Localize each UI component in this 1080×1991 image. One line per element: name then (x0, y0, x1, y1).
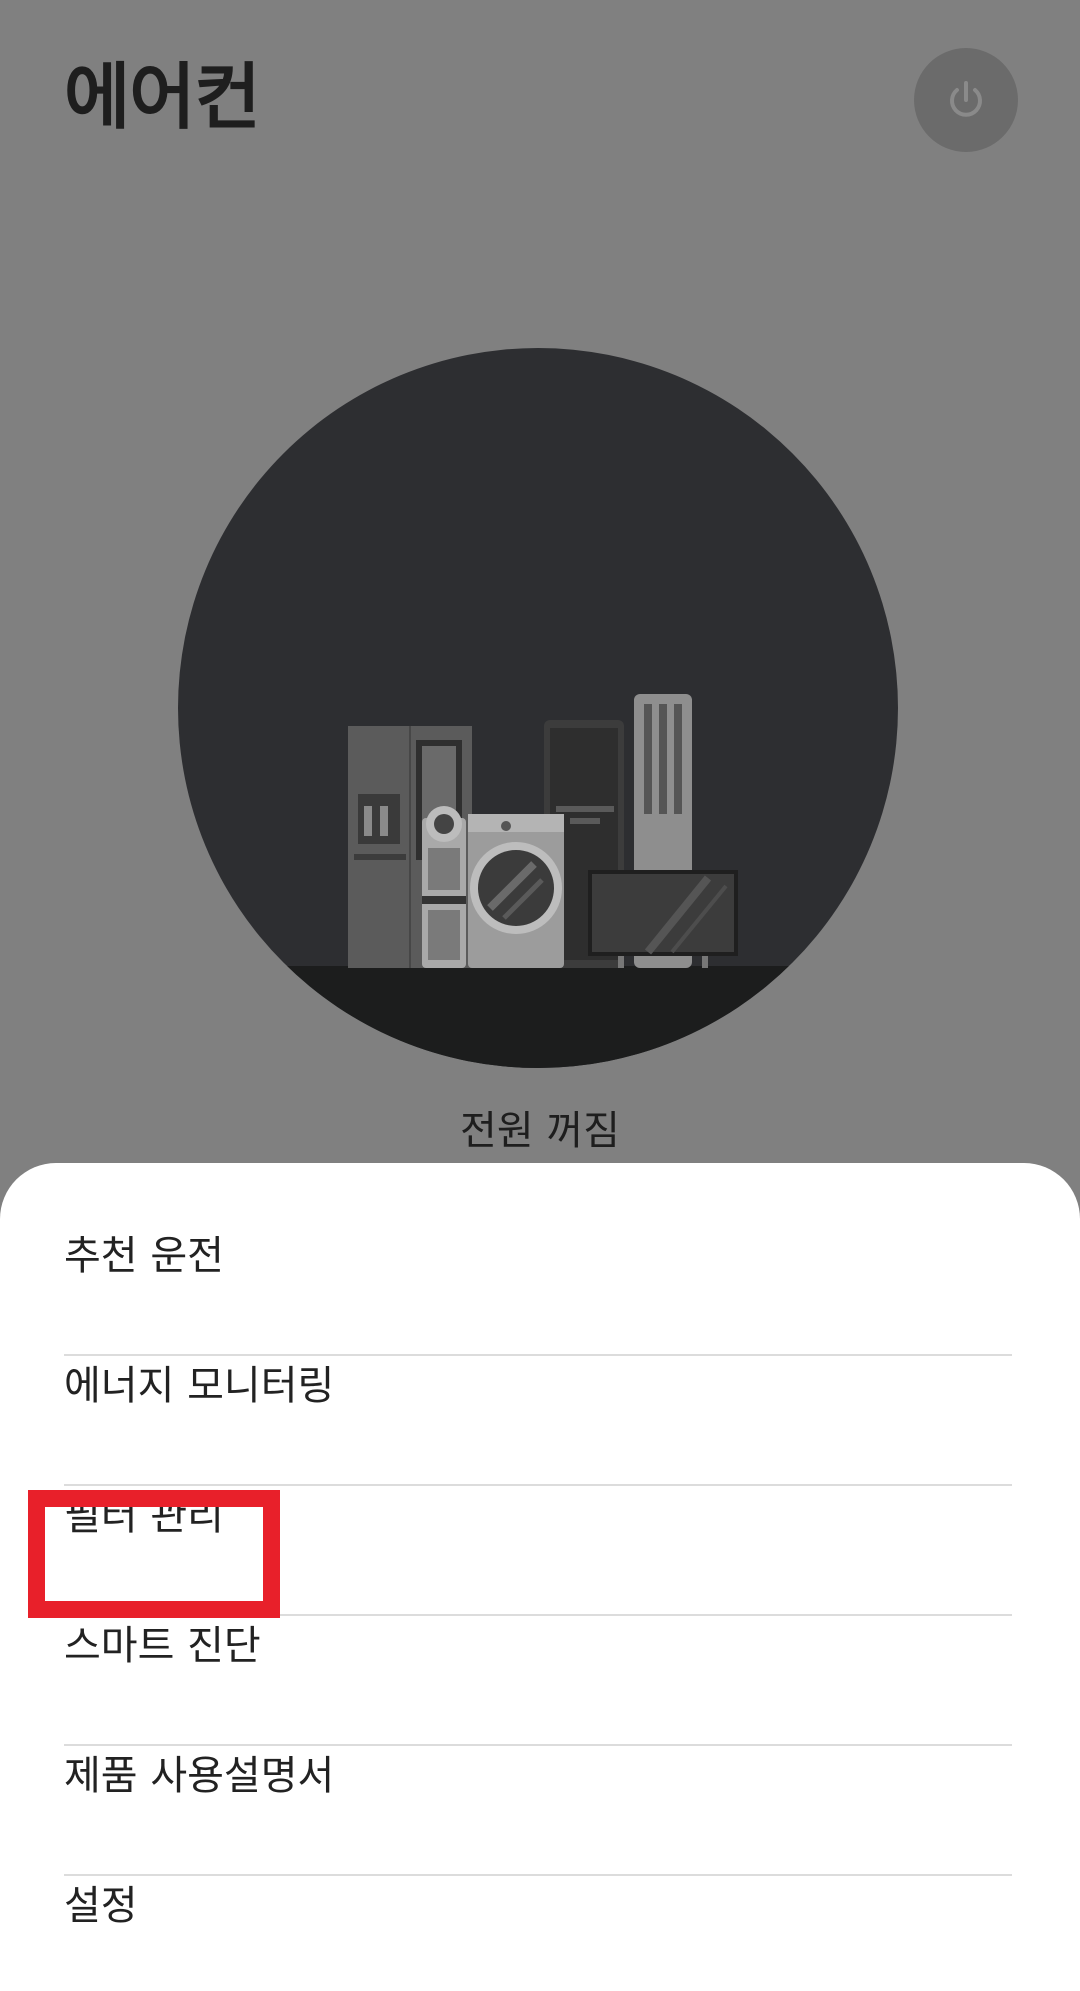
menu-item-recommended-operation[interactable]: 추천 운전 (64, 1226, 1012, 1356)
menu-item-label: 추천 운전 (64, 1233, 224, 1279)
device-illustration (178, 348, 898, 1068)
menu-item-energy-monitoring[interactable]: 에너지 모니터링 (64, 1356, 1012, 1486)
menu-item-label: 에너지 모니터링 (64, 1363, 335, 1409)
appliances-illustration (178, 694, 898, 1068)
device-status: 전원 꺼짐 (460, 1108, 620, 1154)
menu-item-settings[interactable]: 설정 (64, 1876, 1012, 1991)
menu-item-label: 스마트 진단 (64, 1623, 261, 1669)
highlight-box (28, 1490, 280, 1618)
power-icon (950, 81, 982, 117)
menu-item-label: 설정 (64, 1883, 138, 1929)
menu-item-smart-diagnosis[interactable]: 스마트 진단 (64, 1616, 1012, 1746)
menu-item-user-manual[interactable]: 제품 사용설명서 (64, 1746, 1012, 1876)
power-button[interactable] (914, 48, 1018, 152)
page-title: 에어컨 (64, 55, 261, 139)
menu-item-label: 제품 사용설명서 (64, 1753, 335, 1799)
